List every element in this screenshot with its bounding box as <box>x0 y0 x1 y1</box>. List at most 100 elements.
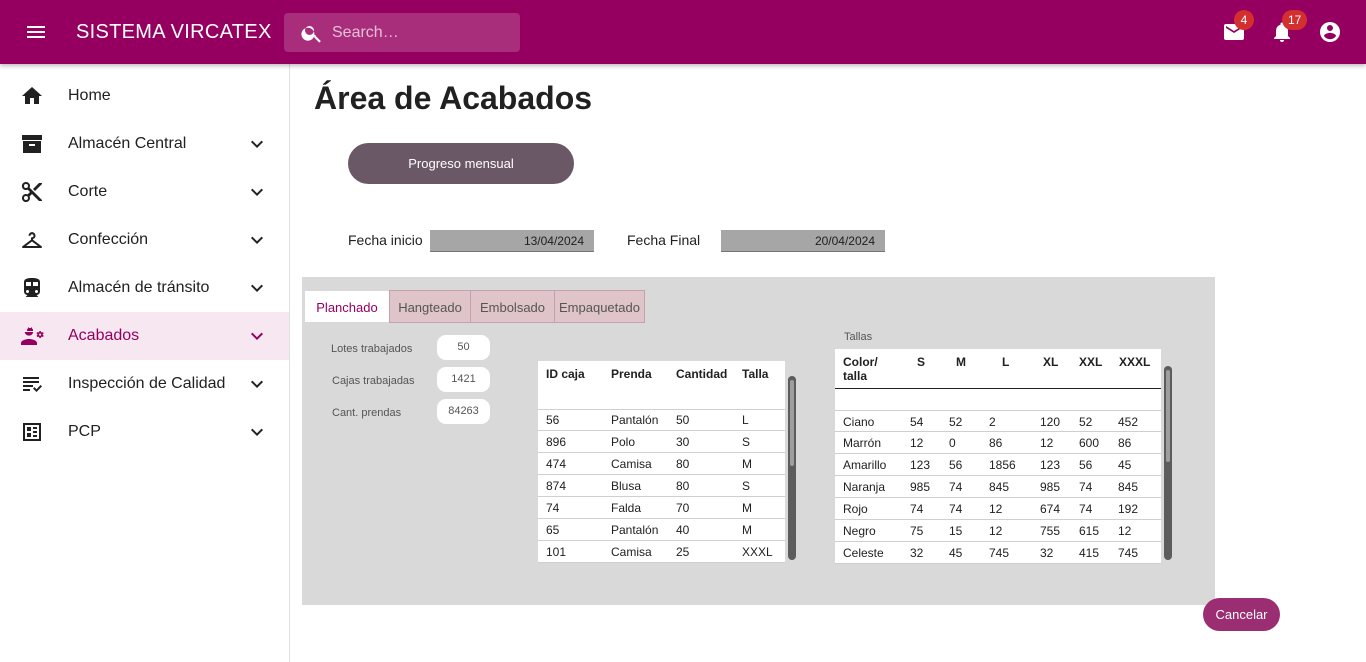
app-bar: SISTEMA VIRCATEX 4 17 <box>0 0 1366 64</box>
table-cell: 896 <box>546 435 567 449</box>
tab-hangteado[interactable]: Hangteado <box>389 290 471 323</box>
cajas-trabajadas-value: 1421 <box>437 367 490 392</box>
column-header: M <box>956 355 966 369</box>
chevron-down-icon[interactable] <box>245 228 269 252</box>
table-row[interactable]: Ciano 54 52 2 120 52 452 <box>835 410 1161 432</box>
tab-empaquetado[interactable]: Empaquetado <box>554 290 645 323</box>
lotes-trabajados-label: Lotes trabajados <box>331 343 413 355</box>
table-cell: Polo <box>611 435 636 449</box>
table-row[interactable]: Rojo 74 74 12 674 74 192 <box>835 498 1161 520</box>
checklist-icon <box>23 377 42 392</box>
table-row[interactable]: 65 Pantalón 40 M <box>538 519 785 541</box>
sidebar-item-confeccion[interactable]: Confección <box>0 216 289 264</box>
table-cell: 74 <box>910 502 924 516</box>
sidebar-item-pcp[interactable]: PCP <box>0 408 289 456</box>
chevron-down-icon[interactable] <box>245 276 269 300</box>
chevron-down-icon[interactable] <box>245 324 269 348</box>
table-cell: 12 <box>1118 524 1132 538</box>
sidebar: Home Almacén Central Corte Confección Al… <box>0 64 290 662</box>
table-cell: Negro <box>843 524 876 538</box>
table-cell: Celeste <box>843 546 884 560</box>
table-cell: 120 <box>1040 415 1061 429</box>
table-header: ID caja Prenda Cantidad Talla <box>538 361 785 410</box>
table-cell: Falda <box>611 501 642 515</box>
table-row[interactable]: 874 Blusa 80 S <box>538 475 785 497</box>
table-cell: Amarillo <box>843 458 887 472</box>
scrollbar-thumb[interactable] <box>790 380 794 466</box>
sidebar-item-label: Almacén Central <box>68 135 187 152</box>
table-row[interactable]: Amarillo 123 56 1856 123 56 45 <box>835 454 1161 476</box>
table-cell: 745 <box>989 546 1010 560</box>
search-input[interactable] <box>332 13 512 52</box>
fecha-final-field[interactable]: 20/04/2024 <box>721 230 885 252</box>
menu-icon[interactable] <box>24 20 48 44</box>
table-cell: 56 <box>546 413 560 427</box>
table-cell: 56 <box>1079 458 1093 472</box>
sizes-table: Color/ talla S M L XL XXL XXXL Ciano 54 52… <box>835 349 1161 564</box>
table-row[interactable]: 74 Falda 70 M <box>538 497 785 519</box>
tab-embolsado[interactable]: Embolsado <box>470 290 555 323</box>
table-cell: 845 <box>989 480 1010 494</box>
tab-planchado[interactable]: Planchado <box>304 290 390 323</box>
table-row[interactable]: 56 Pantalón 50 L <box>538 409 785 431</box>
table-cell: 600 <box>1079 436 1100 450</box>
table-row[interactable]: Negro 75 15 12 755 615 12 <box>835 520 1161 542</box>
boxes-table-scrollbar[interactable] <box>788 376 796 560</box>
table-row[interactable]: 474 Camisa 80 M <box>538 453 785 475</box>
table-cell: Marrón <box>843 436 882 450</box>
dashboard-icon <box>23 423 41 441</box>
table-cell: 25 <box>676 545 690 559</box>
sidebar-item-home[interactable]: Home <box>0 72 289 120</box>
cancel-button[interactable]: Cancelar <box>1203 598 1280 631</box>
table-cell: 12 <box>989 524 1003 538</box>
table-cell: 874 <box>546 479 567 493</box>
scrollbar-thumb[interactable] <box>1166 370 1170 462</box>
archive-icon <box>22 135 42 153</box>
table-cell: 54 <box>910 415 924 429</box>
table-cell: 123 <box>910 458 931 472</box>
column-header: XL <box>1043 355 1059 369</box>
table-row[interactable]: Naranja 985 74 845 985 74 845 <box>835 476 1161 498</box>
chevron-down-icon[interactable] <box>245 132 269 156</box>
progreso-mensual-button[interactable]: Progreso mensual <box>348 143 574 184</box>
table-cell: Naranja <box>843 480 886 494</box>
sidebar-item-corte[interactable]: Corte <box>0 168 289 216</box>
table-row[interactable]: Celeste 32 45 745 32 415 745 <box>835 542 1161 564</box>
table-cell: 985 <box>910 480 931 494</box>
table-header: Color/ talla S M L XL XXL XXXL <box>835 349 1161 389</box>
sidebar-item-label: Confección <box>68 231 149 248</box>
table-cell: 985 <box>1040 480 1061 494</box>
mail-button[interactable]: 4 <box>1222 10 1254 44</box>
table-cell: 12 <box>1040 436 1054 450</box>
column-header: XXXL <box>1119 355 1151 369</box>
account-circle-icon <box>1320 22 1340 42</box>
app-title: SISTEMA VIRCATEX <box>76 21 272 43</box>
account-button[interactable] <box>1318 20 1342 44</box>
column-header: Prenda <box>611 367 652 381</box>
sidebar-item-inspeccion-calidad[interactable]: Inspección de Calidad <box>0 360 289 408</box>
chevron-down-icon[interactable] <box>245 180 269 204</box>
search-icon <box>301 26 321 43</box>
table-cell: 74 <box>949 480 963 494</box>
chevron-down-icon[interactable] <box>245 372 269 396</box>
sidebar-item-almacen-central[interactable]: Almacén Central <box>0 120 289 168</box>
column-header: XXL <box>1079 355 1103 369</box>
table-cell: 80 <box>676 457 690 471</box>
fecha-inicio-field[interactable]: 13/04/2024 <box>430 230 594 252</box>
notifications-button[interactable]: 17 <box>1270 10 1308 44</box>
search-box[interactable] <box>284 13 520 52</box>
fecha-inicio-label: Fecha inicio <box>348 232 423 248</box>
table-cell: 192 <box>1118 502 1139 516</box>
sidebar-item-acabados[interactable]: Acabados <box>0 312 289 360</box>
sidebar-item-almacen-transito[interactable]: Almacén de tránsito <box>0 264 289 312</box>
column-header: Talla <box>742 367 769 381</box>
table-cell: 52 <box>949 415 963 429</box>
table-row[interactable]: 101 Camisa 25 XXXL <box>538 541 785 563</box>
table-row[interactable]: 896 Polo 30 S <box>538 431 785 453</box>
table-cell: 45 <box>949 546 963 560</box>
sidebar-item-label: Inspección de Calidad <box>68 375 226 392</box>
table-row[interactable]: Marrón 12 0 86 12 600 86 <box>835 432 1161 454</box>
table-cell: 101 <box>546 545 567 559</box>
sizes-table-scrollbar[interactable] <box>1164 366 1172 560</box>
chevron-down-icon[interactable] <box>245 420 269 444</box>
